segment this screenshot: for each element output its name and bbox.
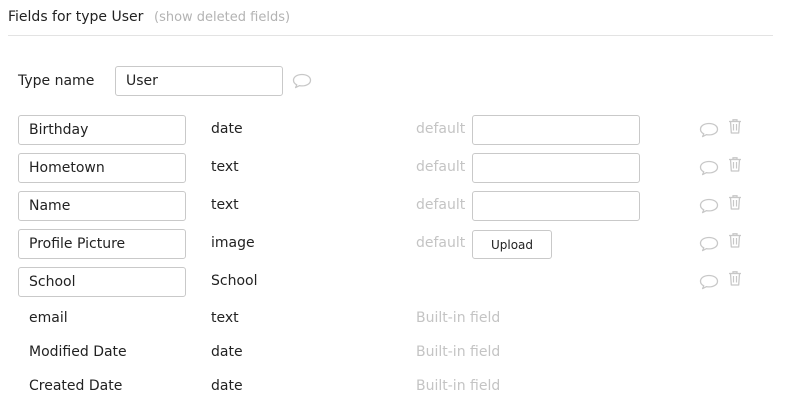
default-label: default	[416, 121, 466, 137]
field-type: text	[211, 197, 239, 213]
default-value-input[interactable]	[472, 115, 640, 145]
page-header: Fields for type User (show deleted field…	[8, 0, 773, 36]
trash-icon[interactable]	[728, 232, 742, 248]
upload-button[interactable]: Upload	[472, 230, 552, 259]
builtin-field-name: Created Date	[29, 378, 123, 394]
default-label: default	[416, 159, 466, 175]
builtin-field-note: Built-in field	[416, 310, 501, 326]
field-type: School	[211, 273, 258, 289]
type-comment-icon[interactable]	[292, 73, 312, 89]
trash-icon[interactable]	[728, 118, 742, 134]
comment-icon[interactable]	[699, 122, 719, 138]
field-type: date	[211, 121, 243, 137]
field-type: image	[211, 235, 255, 251]
field-name-input[interactable]	[18, 191, 186, 221]
comment-icon[interactable]	[699, 160, 719, 176]
comment-icon[interactable]	[699, 236, 719, 252]
builtin-field-type: date	[211, 378, 243, 394]
field-type: text	[211, 159, 239, 175]
trash-icon[interactable]	[728, 270, 742, 286]
default-label: default	[416, 235, 466, 251]
trash-icon[interactable]	[728, 194, 742, 210]
default-label: default	[416, 197, 466, 213]
show-deleted-fields-link[interactable]: (show deleted fields)	[154, 10, 290, 25]
page-title: Fields for type User	[8, 9, 144, 25]
builtin-field-note: Built-in field	[416, 344, 501, 360]
comment-icon[interactable]	[699, 198, 719, 214]
trash-icon[interactable]	[728, 156, 742, 172]
field-name-input[interactable]	[18, 115, 186, 145]
type-name-label: Type name	[18, 73, 95, 89]
type-name-input[interactable]	[115, 66, 283, 96]
field-name-input[interactable]	[18, 153, 186, 183]
comment-icon[interactable]	[699, 274, 719, 290]
builtin-field-type: text	[211, 310, 239, 326]
default-value-input[interactable]	[472, 191, 640, 221]
builtin-field-note: Built-in field	[416, 378, 501, 394]
builtin-field-name: Modified Date	[29, 344, 127, 360]
builtin-field-name: email	[29, 310, 68, 326]
default-value-input[interactable]	[472, 153, 640, 183]
builtin-field-type: date	[211, 344, 243, 360]
field-name-input[interactable]	[18, 229, 186, 259]
field-name-input[interactable]	[18, 267, 186, 297]
